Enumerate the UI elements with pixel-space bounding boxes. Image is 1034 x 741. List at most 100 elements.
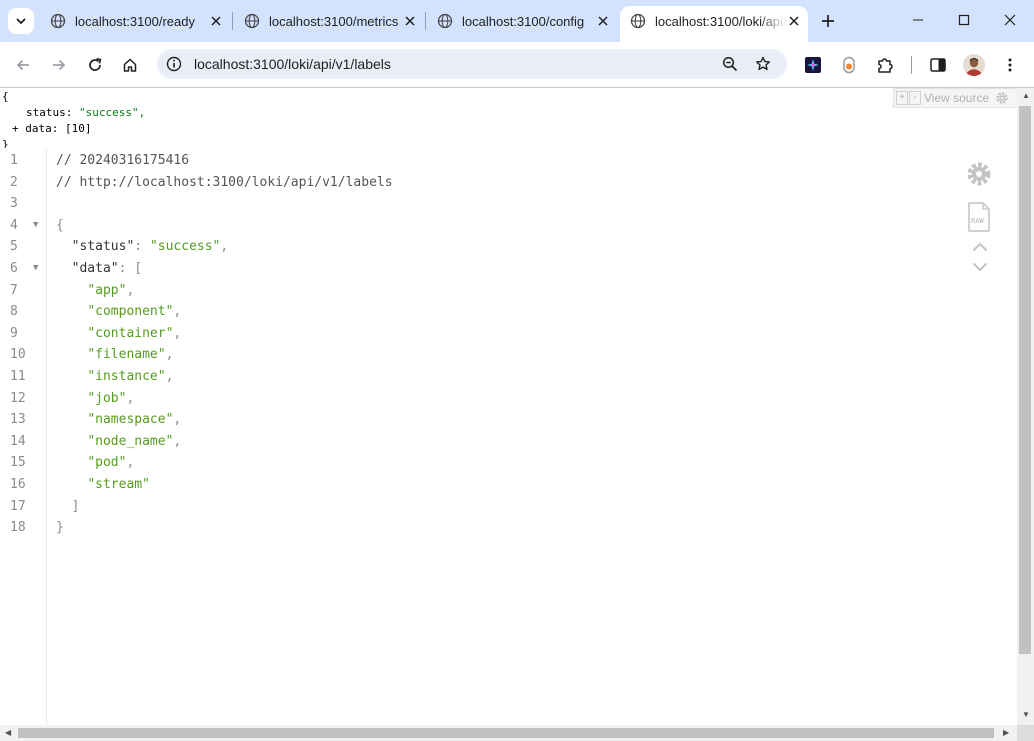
scroll-left-icon[interactable]: ◀ (5, 728, 11, 737)
extension-logo-icon (805, 57, 821, 73)
tab-ready[interactable]: localhost:3100/ready (40, 7, 230, 35)
address-bar[interactable]: localhost:3100/loki/api/v1/labels (157, 49, 787, 79)
home-icon (123, 58, 137, 72)
scrollbar-corner (1017, 725, 1034, 741)
timestamp-comment: // 20240316175416 (56, 153, 190, 168)
line-number: 1 (10, 153, 18, 168)
horizontal-scroll-thumb[interactable] (18, 728, 994, 738)
page-content: { status: "success", + data: [10] } + - … (0, 88, 1034, 741)
settings-gear-icon[interactable] (965, 160, 993, 188)
scroll-down-icon[interactable]: ▼ (1022, 710, 1030, 719)
line-number: 7 (10, 282, 18, 298)
code-line: 6 ▼ "data": [ (0, 258, 1017, 280)
code-line: 10 "filename", (0, 344, 1017, 366)
extension-orange-button[interactable] (836, 52, 862, 78)
puzzle-icon (878, 58, 893, 73)
tree-expand-toggle[interactable]: + (12, 122, 19, 135)
view-source-toolbar: + - View source (893, 88, 1018, 108)
tab-search-button[interactable] (8, 8, 34, 34)
extensions-button[interactable] (872, 52, 898, 78)
back-button[interactable] (9, 51, 37, 79)
collapse-all-button[interactable]: - (909, 91, 921, 105)
code-line: 12 "job", (0, 388, 1017, 410)
plus-icon (822, 15, 834, 27)
scroll-right-icon[interactable]: ▶ (1003, 728, 1009, 737)
code-line: 3 (0, 193, 1017, 215)
zoom-icon[interactable] (720, 54, 740, 74)
address-url[interactable]: localhost:3100/loki/api/v1/labels (194, 56, 391, 72)
forward-button[interactable] (45, 51, 73, 79)
bookmark-star-icon[interactable] (753, 54, 773, 74)
line-number: 2 (10, 174, 18, 190)
gear-icon[interactable] (995, 91, 1009, 105)
json-tree: { status: "success", + data: [10] } (2, 89, 145, 153)
tree-data-row[interactable]: + data: [10] (2, 121, 145, 137)
side-panel-icon (930, 58, 946, 72)
line-number: 8 (10, 304, 18, 320)
status-key: "status" (71, 239, 135, 255)
close-icon[interactable] (595, 13, 611, 29)
line-number: 16 (10, 477, 26, 492)
tab-loki-labels[interactable]: localhost:3100/loki/api/v1/labels (620, 6, 808, 42)
code-line: 1 // 20240316175416 (0, 150, 1017, 172)
chevron-up-down-icon[interactable] (970, 240, 990, 274)
reload-button[interactable] (81, 51, 109, 79)
expand-all-button[interactable]: + (896, 91, 908, 105)
new-tab-button[interactable] (816, 9, 840, 33)
code-line: 7 "app", (0, 280, 1017, 302)
close-icon[interactable] (208, 13, 224, 29)
tab-title: localhost:3100/ready (75, 13, 195, 29)
code-line: 8 "component", (0, 301, 1017, 323)
tab-metrics[interactable]: localhost:3100/metrics (234, 7, 424, 35)
label-value: "namespace" (87, 412, 174, 428)
open-bracket: [ (134, 261, 143, 276)
tab-config[interactable]: localhost:3100/config (427, 7, 617, 35)
tab-separator (232, 12, 233, 30)
line-number: 9 (10, 325, 18, 341)
maximize-button[interactable] (941, 0, 987, 40)
vertical-scroll-thumb[interactable] (1019, 106, 1031, 654)
fold-toggle-icon[interactable]: ▼ (33, 215, 38, 237)
tree-data-key: data: (25, 122, 59, 135)
code-line: 4 ▼ { (0, 215, 1017, 237)
close-icon[interactable] (786, 13, 802, 29)
close-bracket: ] (71, 498, 80, 514)
browser-menu-button[interactable] (997, 52, 1023, 78)
line-number: 13 (10, 412, 26, 428)
tab-separator (425, 12, 426, 30)
tree-data-summary: [10] (65, 122, 92, 135)
home-button[interactable] (116, 51, 144, 79)
code-line: 13 "namespace", (0, 409, 1017, 431)
extension-logo-icon (843, 56, 855, 74)
site-info-icon[interactable] (163, 53, 185, 75)
avatar-icon (963, 54, 985, 76)
line-number: 12 (10, 390, 26, 406)
side-panel-button[interactable] (925, 52, 951, 78)
raw-view-button[interactable]: RAW (967, 202, 991, 232)
extension-dark-button[interactable] (800, 52, 826, 78)
label-value: "container" (87, 325, 174, 341)
tree-status-key: status: (26, 106, 73, 119)
label-value: "stream" (87, 477, 150, 492)
close-icon[interactable] (402, 13, 418, 29)
fold-toggle-icon[interactable]: ▼ (33, 258, 38, 280)
label-value: "filename" (87, 347, 166, 363)
close-brace: } (56, 520, 64, 536)
url-comment: // http://localhost:3100/loki/api/v1/lab… (56, 174, 393, 190)
window-close-button[interactable] (987, 0, 1033, 40)
tab-title: localhost:3100/config (462, 13, 585, 29)
profile-avatar[interactable] (961, 52, 987, 78)
line-number: 17 (10, 498, 26, 514)
scroll-up-icon[interactable]: ▲ (1022, 91, 1030, 100)
close-icon (1004, 14, 1016, 26)
minimize-icon (913, 19, 923, 21)
globe-icon (630, 13, 646, 29)
view-source-link[interactable]: View source (924, 91, 989, 105)
label-value: "app" (87, 282, 127, 298)
line-number: 6 (10, 261, 18, 276)
horizontal-scrollbar[interactable]: ◀ ▶ (0, 725, 1017, 741)
vertical-scrollbar[interactable]: ▲ ▼ (1017, 88, 1034, 725)
minimize-button[interactable] (895, 0, 941, 40)
arrow-left-icon (16, 59, 29, 71)
code-line: 15 "pod", (0, 452, 1017, 474)
